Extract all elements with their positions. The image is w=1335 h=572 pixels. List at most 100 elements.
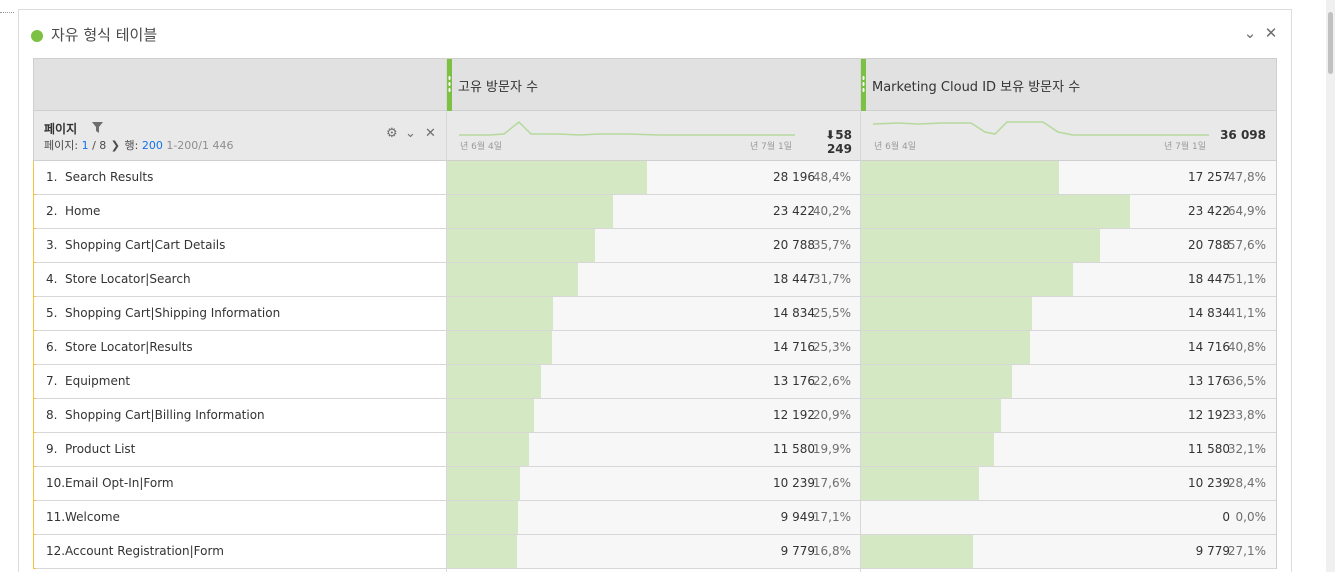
metric-cell[interactable]: 20 788 57,6%: [861, 229, 1276, 262]
dimension-cell[interactable]: 10. Email Opt-In|Form: [34, 467, 447, 500]
dimension-cell[interactable]: 8. Shopping Cart|Billing Information: [34, 399, 447, 432]
table-row[interactable]: 11. Welcome 9 949 17,1% 0 0,0%: [33, 501, 1277, 535]
column-divider: [446, 58, 447, 572]
metric-percent: 20,9%: [812, 408, 851, 422]
row-index: 8.: [46, 408, 58, 422]
dimension-cell[interactable]: 6. Store Locator|Results: [34, 331, 447, 364]
rows-per-page[interactable]: 200: [142, 139, 163, 152]
table-row[interactable]: 10. Email Opt-In|Form 10 239 17,6% 10 239 28,…: [33, 467, 1277, 501]
percent-bar: [447, 297, 553, 330]
scrollbar-thumb[interactable]: [1328, 12, 1333, 74]
percent-bar: [447, 399, 534, 432]
table-row[interactable]: 1. Search Results 28 196 48,4% 17 257 47,8%: [33, 161, 1277, 195]
table-row[interactable]: 7. Equipment 13 176 22,6% 13 176 36,5%: [33, 365, 1277, 399]
table-row[interactable]: 3. Shopping Cart|Cart Details 20 788 35,7% 2…: [33, 229, 1277, 263]
metric-cell[interactable]: 0 0,0%: [861, 501, 1276, 534]
chevron-down-icon[interactable]: ⌄: [1241, 24, 1259, 42]
metric-percent: 47,8%: [1227, 170, 1266, 184]
metric-cell[interactable]: 18 447 51,1%: [861, 263, 1276, 296]
page-current[interactable]: 1: [82, 139, 89, 152]
table-row[interactable]: 5. Shopping Cart|Shipping Information 14 8…: [33, 297, 1277, 331]
row-label[interactable]: Welcome: [65, 510, 120, 524]
row-label[interactable]: Product List: [65, 442, 135, 456]
chevron-down-icon[interactable]: ⌄: [405, 126, 416, 141]
filter-icon[interactable]: [92, 122, 103, 133]
close-icon[interactable]: ✕: [425, 126, 436, 141]
percent-bar: [447, 433, 529, 466]
row-label[interactable]: Email Opt-In|Form: [65, 476, 174, 490]
metric-value: 14 834: [1188, 306, 1230, 320]
next-page-icon[interactable]: ❯: [111, 139, 120, 152]
dimension-cell[interactable]: 11. Welcome: [34, 501, 447, 534]
table-row[interactable]: 2. Home 23 422 40,2% 23 422 64,9%: [33, 195, 1277, 229]
drag-handle-icon[interactable]: [861, 59, 866, 111]
metric-value: 23 422: [1188, 204, 1230, 218]
metric-value: 18 447: [1188, 272, 1230, 286]
table-row[interactable]: 8. Shopping Cart|Billing Information 12 19…: [33, 399, 1277, 433]
metric-cell[interactable]: 9 779 16,8%: [447, 535, 861, 568]
metric-cell[interactable]: 13 176 36,5%: [861, 365, 1276, 398]
metric-value: 12 192: [773, 408, 815, 422]
metric-cell[interactable]: 17 257 47,8%: [861, 161, 1276, 194]
row-label[interactable]: Shopping Cart|Billing Information: [65, 408, 265, 422]
row-label[interactable]: Store Locator|Search: [65, 272, 191, 286]
metric-cell[interactable]: 13 176 22,6%: [447, 365, 861, 398]
metric-cell[interactable]: 12 192 33,8%: [861, 399, 1276, 432]
metric-percent: 25,3%: [812, 340, 851, 354]
dimension-cell[interactable]: 12. Account Registration|Form: [34, 535, 447, 568]
metric-cell[interactable]: 23 422 64,9%: [861, 195, 1276, 228]
metric-cell[interactable]: 10 239 17,6%: [447, 467, 861, 500]
table-row[interactable]: 9. Product List 11 580 19,9% 11 580 32,1%: [33, 433, 1277, 467]
metric-cell[interactable]: 10 239 28,4%: [861, 467, 1276, 500]
dimension-cell[interactable]: 9. Product List: [34, 433, 447, 466]
metric-cell[interactable]: 18 447 31,7%: [447, 263, 861, 296]
dimension-cell[interactable]: 5. Shopping Cart|Shipping Information: [34, 297, 447, 330]
row-label[interactable]: Search Results: [65, 170, 153, 184]
dimension-cell[interactable]: 7. Equipment: [34, 365, 447, 398]
dimension-cell[interactable]: 3. Shopping Cart|Cart Details: [34, 229, 447, 262]
metric-cell[interactable]: 14 834 41,1%: [861, 297, 1276, 330]
table-row[interactable]: 12. Account Registration|Form 9 779 16,8% 9 …: [33, 535, 1277, 569]
metric-percent: 22,6%: [812, 374, 851, 388]
row-label[interactable]: Home: [65, 204, 100, 218]
metric-header-unique-visitors[interactable]: 고유 방문자 수: [447, 59, 861, 111]
row-label[interactable]: Equipment: [65, 374, 130, 388]
metric-percent: 25,5%: [812, 306, 851, 320]
metric-value: 17 257: [1188, 170, 1230, 184]
metric-header-mcid-visitors[interactable]: Marketing Cloud ID 보유 방문자 수: [861, 59, 1276, 111]
dimension-cell[interactable]: 4. Store Locator|Search: [34, 263, 447, 296]
page-label: 페이지:: [44, 139, 79, 152]
row-label[interactable]: Shopping Cart|Shipping Information: [65, 306, 280, 320]
metric-cell[interactable]: 14 834 25,5%: [447, 297, 861, 330]
table-row[interactable]: 6. Store Locator|Results 14 716 25,3% 14 716…: [33, 331, 1277, 365]
metric-cell[interactable]: 14 716 40,8%: [861, 331, 1276, 364]
scrollbar[interactable]: [1326, 0, 1335, 572]
metric-cell[interactable]: 20 788 35,7%: [447, 229, 861, 262]
dimension-cell[interactable]: 2. Home: [34, 195, 447, 228]
gear-icon[interactable]: ⚙: [386, 126, 398, 141]
metric-value: 13 176: [1188, 374, 1230, 388]
metric-cell[interactable]: 23 422 40,2%: [447, 195, 861, 228]
metric-cell[interactable]: 11 580 32,1%: [861, 433, 1276, 466]
metric-percent: 40,2%: [812, 204, 851, 218]
dimension-cell[interactable]: 1. Search Results: [34, 161, 447, 194]
metric-cell[interactable]: 12 192 20,9%: [447, 399, 861, 432]
row-index: 5.: [46, 306, 58, 320]
sort-descending-icon[interactable]: ⬇: [825, 128, 835, 142]
metric-cell[interactable]: 9 779 27,1%: [861, 535, 1276, 568]
row-label[interactable]: Account Registration|Form: [65, 544, 224, 558]
metric-percent: 27,1%: [1227, 544, 1266, 558]
row-label[interactable]: Shopping Cart|Cart Details: [65, 238, 225, 252]
row-label[interactable]: Store Locator|Results: [65, 340, 193, 354]
percent-bar: [447, 195, 613, 228]
metric-cell[interactable]: 28 196 48,4%: [447, 161, 861, 194]
close-icon[interactable]: ✕: [1262, 24, 1280, 42]
table-row[interactable]: 4. Store Locator|Search 18 447 31,7% 18 447 5…: [33, 263, 1277, 297]
metric-name: Marketing Cloud ID 보유 방문자 수: [872, 80, 1081, 95]
drag-handle-icon[interactable]: [447, 59, 452, 111]
metric-cell[interactable]: 11 580 19,9%: [447, 433, 861, 466]
metric-cell[interactable]: 9 949 17,1%: [447, 501, 861, 534]
metric-cell[interactable]: 14 716 25,3%: [447, 331, 861, 364]
dimension-name: 페이지: [44, 122, 78, 136]
metric-value: 18 447: [773, 272, 815, 286]
